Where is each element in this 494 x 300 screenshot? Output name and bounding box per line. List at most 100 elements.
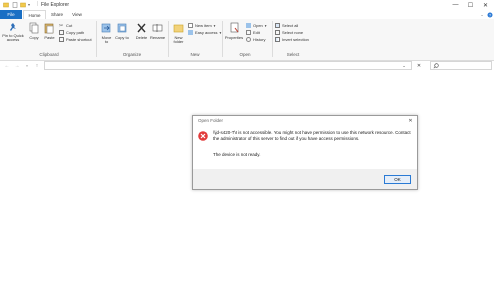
open-icon bbox=[246, 23, 251, 28]
new-folder-quick-icon[interactable] bbox=[20, 2, 26, 8]
invert-selection-icon bbox=[275, 37, 280, 42]
new-item-label: New item bbox=[195, 23, 212, 28]
back-arrow-icon[interactable]: ← bbox=[3, 61, 11, 70]
scissors-icon: ✂ bbox=[59, 23, 64, 29]
new-item-icon bbox=[188, 23, 193, 28]
paste-button[interactable]: Paste bbox=[42, 22, 57, 40]
title-bar: ▾ | File Explorer — ☐ ✕ bbox=[0, 0, 494, 10]
select-all-label: Select all bbox=[282, 23, 299, 28]
chevron-down-icon: ▾ bbox=[264, 23, 267, 28]
ribbon-divider bbox=[168, 21, 169, 57]
chevron-down-icon: ▾ bbox=[213, 23, 216, 28]
dialog-detail: The device is not ready. bbox=[213, 152, 261, 157]
easy-access-icon bbox=[188, 30, 193, 35]
error-dialog: Open Folder ✕ \\jd-s420-T\I is not acces… bbox=[192, 115, 418, 190]
paste-shortcut-icon bbox=[59, 37, 64, 42]
minimize-button[interactable]: — bbox=[448, 0, 463, 10]
group-organize-label: Organize bbox=[122, 52, 142, 57]
edit-label: Edit bbox=[253, 30, 260, 35]
paste-icon bbox=[44, 23, 54, 34]
new-folder-icon bbox=[173, 24, 184, 33]
copy-button[interactable]: Copy bbox=[27, 22, 41, 40]
open-label: Open bbox=[253, 23, 263, 28]
customize-quick-access-icon[interactable]: ▾ bbox=[28, 2, 34, 8]
invert-selection-button[interactable]: Invert selection bbox=[275, 37, 309, 42]
move-to-label: Move to bbox=[101, 34, 112, 44]
group-select-label: Select bbox=[286, 52, 300, 57]
paste-shortcut-button[interactable]: Paste shortcut bbox=[59, 37, 92, 42]
ribbon-divider bbox=[272, 21, 273, 57]
copy-path-icon bbox=[59, 30, 64, 35]
select-all-button[interactable]: Select all bbox=[275, 23, 298, 28]
properties-label: Properties bbox=[224, 34, 244, 40]
history-icon bbox=[246, 37, 251, 42]
copy-path-button[interactable]: Copy path bbox=[59, 30, 84, 35]
tab-file[interactable]: File bbox=[0, 10, 22, 19]
expand-ribbon-icon[interactable]: ⌄ bbox=[478, 10, 486, 19]
move-to-button[interactable]: Move to bbox=[100, 22, 113, 45]
edit-icon bbox=[246, 30, 251, 35]
invert-selection-label: Invert selection bbox=[282, 37, 309, 42]
copy-label: Copy bbox=[29, 34, 39, 40]
new-folder-label: New folder bbox=[173, 34, 184, 44]
chevron-down-icon: ▾ bbox=[219, 30, 222, 35]
rename-icon bbox=[152, 24, 163, 32]
up-arrow-icon[interactable]: ↑ bbox=[33, 61, 41, 70]
select-none-icon bbox=[275, 30, 280, 35]
group-new-label: New bbox=[190, 52, 200, 57]
move-to-icon bbox=[101, 23, 111, 33]
dialog-close-button[interactable]: ✕ bbox=[407, 117, 414, 124]
open-button[interactable]: Open ▾ bbox=[246, 23, 267, 28]
cut-label: Cut bbox=[66, 23, 73, 28]
cut-button[interactable]: ✂ Cut bbox=[59, 23, 73, 29]
clear-address-icon[interactable]: ✕ bbox=[415, 61, 423, 70]
new-item-button[interactable]: New item ▾ bbox=[188, 23, 215, 28]
easy-access-label: Easy access bbox=[195, 30, 218, 35]
help-icon[interactable]: ? bbox=[486, 10, 494, 19]
group-clipboard-label: Clipboard bbox=[39, 52, 59, 57]
easy-access-button[interactable]: Easy access ▾ bbox=[188, 30, 221, 35]
delete-button[interactable]: Delete bbox=[134, 22, 149, 40]
select-none-button[interactable]: Select none bbox=[275, 30, 303, 35]
close-button[interactable]: ✕ bbox=[478, 0, 493, 10]
title-divider: | bbox=[37, 1, 39, 7]
address-dropdown-icon[interactable]: ⌄ bbox=[400, 61, 408, 70]
error-icon bbox=[198, 131, 208, 141]
ribbon-divider bbox=[222, 21, 223, 57]
history-button[interactable]: History bbox=[246, 37, 265, 42]
group-open-label: Open bbox=[239, 52, 251, 57]
delete-icon bbox=[137, 23, 146, 33]
history-label: History bbox=[253, 37, 266, 42]
delete-label: Delete bbox=[135, 34, 148, 40]
properties-button[interactable]: Properties bbox=[224, 22, 244, 40]
recent-locations-icon[interactable]: ▾ bbox=[23, 61, 31, 70]
dialog-title: Open Folder bbox=[198, 118, 224, 123]
window-title: File Explorer bbox=[41, 2, 70, 8]
pin-quick-access-button[interactable]: Pin to Quick access bbox=[1, 22, 25, 43]
paste-label: Paste bbox=[44, 34, 55, 40]
copy-to-icon bbox=[117, 23, 126, 33]
ribbon-divider bbox=[96, 21, 97, 57]
paste-shortcut-label: Paste shortcut bbox=[66, 37, 92, 42]
properties-icon bbox=[230, 22, 238, 33]
rename-button[interactable]: Rename bbox=[150, 22, 165, 40]
new-folder-button[interactable]: New folder bbox=[172, 22, 185, 45]
properties-quick-icon[interactable] bbox=[12, 2, 18, 8]
pin-icon bbox=[10, 23, 16, 31]
tab-share[interactable]: Share bbox=[47, 10, 67, 19]
forward-arrow-icon[interactable]: → bbox=[13, 61, 21, 70]
copy-to-label: Copy to bbox=[115, 34, 129, 40]
copy-path-label: Copy path bbox=[66, 30, 85, 35]
select-all-icon bbox=[275, 23, 280, 28]
dialog-message: \\jd-s420-T\I is not accessible. You mig… bbox=[213, 130, 411, 141]
tab-view[interactable]: View bbox=[68, 10, 86, 19]
edit-button[interactable]: Edit bbox=[246, 30, 260, 35]
ok-button[interactable]: OK bbox=[384, 175, 411, 184]
pin-label: Pin to Quick access bbox=[2, 32, 24, 42]
folder-icon bbox=[3, 2, 9, 8]
maximize-button[interactable]: ☐ bbox=[463, 0, 478, 10]
rename-label: Rename bbox=[150, 34, 166, 40]
copy-to-button[interactable]: Copy to bbox=[115, 22, 129, 40]
address-bar[interactable] bbox=[44, 61, 412, 70]
copy-icon bbox=[29, 22, 39, 34]
